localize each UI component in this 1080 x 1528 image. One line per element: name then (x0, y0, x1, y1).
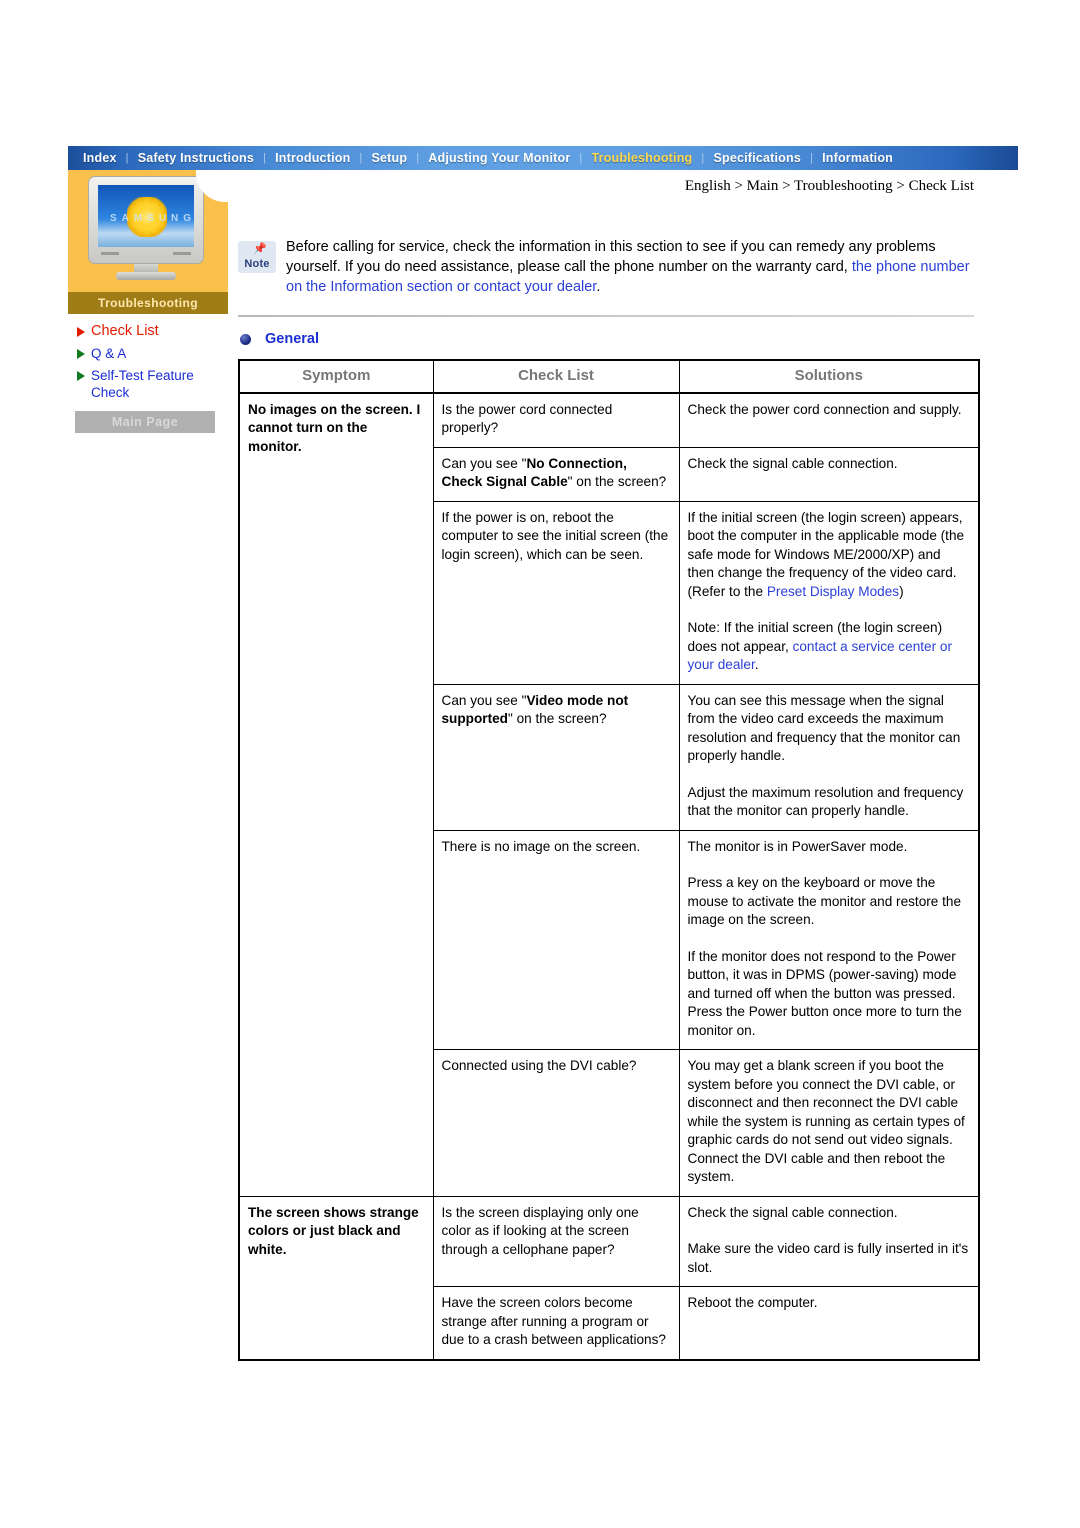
check-cell: Is the screen displaying only one color … (432, 1195, 680, 1287)
check-cell: Have the screen colors become strange af… (432, 1286, 680, 1360)
solution-cell: Check the signal cable connection. (678, 446, 980, 502)
monitor-bezel: SAMSUNG (88, 176, 204, 264)
column-header-solutions: Solutions (678, 359, 980, 394)
check-text-pre: Can you see " (441, 455, 527, 471)
horizontal-divider (238, 315, 974, 317)
triangle-bullet-icon (77, 327, 85, 337)
note-text-tail: . (596, 279, 601, 295)
nav-separator: | (416, 152, 420, 164)
nav-item-troubleshooting[interactable]: Troubleshooting (582, 146, 701, 170)
solution-cell: Check the power cord connection and supp… (678, 392, 980, 448)
check-list-table: Symptom Check List Solutions No images o… (238, 359, 980, 1361)
table-row: No images on the screen. I cannot turn o… (238, 392, 980, 1197)
breadcrumb: English > Main > Troubleshooting > Check… (684, 178, 974, 194)
solution-paragraph-3: If the monitor does not respond to the P… (687, 948, 962, 1038)
nav-separator: | (125, 152, 129, 164)
solution-cell: Reboot the computer. (678, 1286, 980, 1360)
section-heading-general: General (240, 331, 980, 347)
note-text: Before calling for service, check the in… (286, 237, 980, 297)
main-page-button[interactable]: Main Page (75, 411, 215, 433)
nav-item-index[interactable]: Index (74, 146, 126, 170)
monitor-illustration: SAMSUNG (88, 176, 204, 280)
bullet-sphere-icon (240, 333, 251, 345)
solution-cell: If the initial screen (the login screen)… (678, 500, 980, 685)
solution-cell: You may get a blank screen if you boot t… (678, 1049, 980, 1197)
solution-paragraph-2: Press a key on the keyboard or move the … (687, 875, 962, 927)
sidebar-section-caption: Troubleshooting (68, 292, 228, 314)
check-cell: Can you see "Video mode not supported" o… (432, 683, 680, 831)
note-text-plain: Before calling for service, check the in… (286, 239, 936, 275)
nav-separator: | (579, 152, 583, 164)
check-cell: Can you see "No Connection, Check Signal… (432, 446, 680, 502)
sidebar: SAMSUNG Troubleshooting Check List Q & A… (68, 170, 228, 433)
solution-cell: Check the signal cable connection. Make … (678, 1195, 980, 1287)
note-icon-label: Note (244, 258, 270, 270)
sidebar-hero-panel: SAMSUNG Troubleshooting (68, 170, 228, 314)
solution-cell: You can see this message when the signal… (678, 683, 980, 831)
sidebar-link-list: Check List Q & A Self-Test Feature Check (68, 323, 228, 401)
table-header-row: Symptom Check List Solutions (238, 359, 980, 394)
table-row: The screen shows strange colors or just … (238, 1195, 980, 1360)
pushpin-icon: 📌 (253, 243, 267, 255)
solution-paragraph-1: The monitor is in PowerSaver mode. (687, 838, 908, 854)
note-icon: 📌 Note (238, 241, 276, 273)
check-text-post: " on the screen? (507, 711, 607, 726)
solution-paragraph-2-post: ) (899, 583, 904, 599)
triangle-bullet-icon (77, 371, 85, 381)
sidebar-item-label: Q & A (91, 346, 127, 361)
section-heading-label: General (265, 331, 319, 347)
nav-item-introduction[interactable]: Introduction (266, 146, 359, 170)
solution-paragraph-3-post: . (754, 657, 759, 672)
nav-separator: | (810, 152, 814, 164)
triangle-bullet-icon (77, 349, 85, 359)
preset-display-modes-link[interactable]: Preset Display Modes (767, 584, 899, 599)
check-cell: There is no image on the screen. (432, 829, 680, 1050)
column-header-symptom: Symptom (238, 359, 434, 394)
top-navigation-bar: Index | Safety Instructions | Introducti… (68, 146, 1018, 170)
content-area: English > Main > Troubleshooting > Check… (238, 178, 980, 1361)
symptom-cell: No images on the screen. I cannot turn o… (238, 392, 434, 1197)
sidebar-item-check-list[interactable]: Check List (77, 323, 228, 340)
solution-paragraph-2-pre: (Refer to the (687, 583, 767, 599)
nav-item-setup[interactable]: Setup (362, 146, 416, 170)
check-text-pre: Can you see " (441, 692, 527, 708)
nav-separator: | (701, 152, 705, 164)
solution-paragraph-1: Check the signal cable connection. (687, 1204, 898, 1220)
solution-paragraph-2: Make sure the video card is fully insert… (687, 1241, 969, 1275)
monitor-base (116, 272, 176, 280)
solution-paragraph-1: You can see this message when the signal… (687, 692, 961, 764)
nav-item-information[interactable]: Information (813, 146, 902, 170)
solution-paragraph-2: Adjust the maximum resolution and freque… (687, 784, 964, 819)
solution-cell: The monitor is in PowerSaver mode. Press… (678, 829, 980, 1050)
note-block: 📌 Note Before calling for service, check… (238, 237, 980, 297)
monitor-brand-text: SAMSUNG (109, 213, 194, 224)
nav-item-safety-instructions[interactable]: Safety Instructions (129, 146, 263, 170)
check-text-post: " on the screen? (567, 474, 667, 489)
symptom-cell: The screen shows strange colors or just … (238, 1195, 434, 1360)
solution-paragraph-1: If the initial screen (the login screen)… (687, 509, 965, 581)
check-cell: Is the power cord connected properly? (432, 392, 680, 448)
nav-item-specifications[interactable]: Specifications (704, 146, 810, 170)
column-header-check-list: Check List (432, 359, 680, 394)
monitor-screen: SAMSUNG (98, 185, 194, 247)
monitor-chin (98, 249, 194, 257)
nav-separator: | (359, 152, 363, 164)
sidebar-item-q-and-a[interactable]: Q & A (77, 345, 228, 362)
sidebar-item-self-test-feature-check[interactable]: Self-Test Feature Check (77, 367, 228, 401)
check-cell: Connected using the DVI cable? (432, 1049, 680, 1197)
sidebar-item-label: Check List (91, 323, 159, 339)
sidebar-item-label: Self-Test Feature Check (91, 368, 194, 400)
check-cell: If the power is on, reboot the computer … (432, 500, 680, 685)
nav-item-adjusting-your-monitor[interactable]: Adjusting Your Monitor (419, 146, 579, 170)
nav-separator: | (263, 152, 267, 164)
